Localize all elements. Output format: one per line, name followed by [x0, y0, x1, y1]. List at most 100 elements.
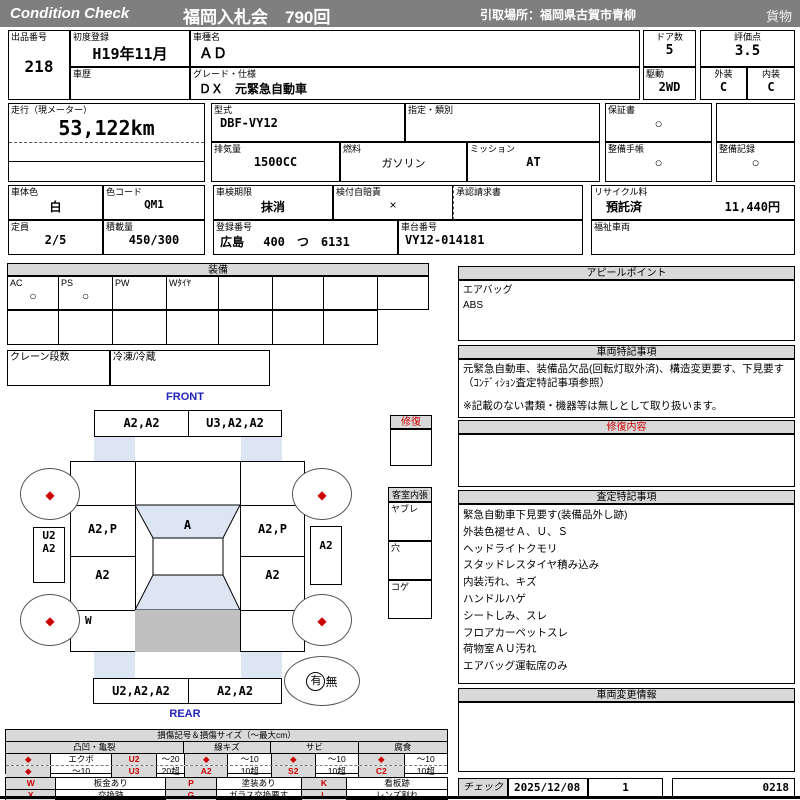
diamond-icon: ◆ — [6, 754, 52, 765]
legend-desc: 板金あり — [56, 778, 167, 789]
registration-number-value: 広島 400 つ 6131 — [220, 235, 350, 250]
fuel-value: ガソリン — [381, 158, 426, 171]
vehicle-notes-disclaimer: ※記載のない書類・機器等は無しとして取り扱います。 — [463, 400, 723, 413]
doors-label: ドア数 — [655, 32, 683, 42]
load-capacity-cell: 積載量 450/300 — [103, 220, 205, 255]
panel-rear-bumper-right: A2,A2 — [188, 678, 282, 704]
cabin-lining-row-tear: ヤブレ — [388, 502, 432, 541]
score-value: 3.5 — [734, 43, 761, 60]
legend-cell: 10超 — [316, 766, 360, 777]
mileage-value: 53,122km — [58, 116, 155, 141]
equipment-label: PS — [61, 278, 74, 288]
spare-has-circled: 有 — [306, 671, 326, 691]
maintenance-book-value: ○ — [654, 155, 663, 171]
approval-label: 承認請求書 — [456, 187, 502, 197]
color-code-value: QM1 — [144, 198, 164, 212]
panel-left-side: U2 A2 — [33, 527, 65, 583]
mileage-cell: 走行（現メーター） 53,122km — [8, 103, 205, 182]
spare-none-label: 無 — [325, 674, 338, 689]
capacity-value: 2/5 — [44, 233, 67, 248]
inspection-cell: 車検期限 抹消 — [213, 185, 333, 220]
insurance-cell: 検付自賠責 × — [333, 185, 453, 220]
legend-code: C2 — [359, 766, 405, 777]
freezer-cell: 冷凍/冷蔵 — [110, 350, 270, 386]
repair-details-header: 修復内容 — [458, 420, 795, 434]
equipment-cell-empty — [166, 310, 219, 345]
legend-code: A2 — [184, 766, 229, 777]
panel-front-bumper-right: U3,A2,A2 — [188, 410, 282, 437]
equipment-cell-empty — [218, 310, 273, 345]
legend-code-w: W — [6, 778, 57, 789]
empty-cell — [716, 103, 795, 142]
legend-code: S2 — [272, 766, 316, 777]
equipment-cell-ac: AC ○ — [7, 276, 59, 310]
wheel-front-right: ◆ — [292, 468, 352, 520]
divider — [9, 142, 204, 143]
body-color-label: 車体色 — [11, 187, 39, 197]
damage-diamond-icon: ◆ — [45, 614, 55, 628]
lot-number-cell: 出品番号 218 — [8, 30, 70, 100]
maintenance-record-value: ○ — [751, 155, 760, 171]
recycle-status: 預託済 — [606, 200, 643, 215]
appeal-header: アピールポイント — [458, 266, 795, 280]
history-cell: 車歴 — [70, 67, 190, 100]
doors-value: 5 — [665, 43, 674, 59]
equipment-label: PW — [115, 278, 130, 288]
color-code-label: 色コード — [106, 187, 143, 197]
model-code-value: DBF-VY12 — [220, 116, 278, 131]
legend-group-dent: 凸凹・亀裂 — [6, 742, 184, 753]
warranty-label: 保証書 — [608, 105, 636, 115]
panel-right-door: A2 — [265, 568, 280, 582]
equipment-cell-empty — [7, 310, 59, 345]
pillar-shade — [241, 652, 282, 678]
legend-title: 損傷記号＆損傷サイズ（～最大cm） — [6, 730, 447, 742]
panel-windshield: A — [183, 518, 192, 532]
legend-cell: ～10 — [51, 766, 112, 777]
legend-code-p: P — [166, 778, 217, 789]
grade-cell: グレード・仕様 ＤＸ 元緊急自動車 — [190, 67, 640, 100]
insurance-value: × — [389, 198, 397, 213]
vehicle-notes-header: 車両特記事項 — [458, 345, 795, 359]
equipment-cell-empty — [377, 276, 429, 310]
cabin-lining-row-burn: コゲ — [388, 580, 432, 619]
recycle-fee: 11,440円 — [724, 200, 780, 215]
displacement-value: 1500CC — [253, 155, 298, 170]
fuel-cell: 燃料 ガソリン — [340, 142, 467, 182]
capacity-label: 定員 — [11, 222, 30, 232]
panel-right-fender: A2,P — [258, 522, 287, 536]
auction-title: 福岡入札会 790回 — [183, 8, 331, 27]
chassis-number-label: 車台番号 — [401, 222, 438, 232]
fuel-label: 燃料 — [343, 144, 362, 154]
body-divider — [70, 556, 135, 557]
history-label: 車歴 — [73, 69, 92, 79]
equipment-cell-empty — [112, 310, 167, 345]
legend-desc: 塗装あり — [217, 778, 302, 789]
auction-sheet: Condition Check 福岡入札会 790回 引取場所：福岡県古賀市青柳… — [0, 0, 800, 800]
interior-grade-value: C — [767, 80, 775, 95]
panel-left-fender: A2,P — [88, 522, 117, 536]
legend-cell: ～20 — [157, 754, 185, 765]
panel-right-side: A2 — [310, 526, 342, 585]
welfare-vehicle-cell: 福祉車両 — [591, 220, 795, 255]
equipment-title-bar: 装備 — [7, 263, 429, 276]
doors-cell: ドア数 5 — [643, 30, 696, 67]
diagram-rear-label: REAR — [169, 708, 201, 720]
diamond-icon: ◆ — [359, 754, 405, 765]
displacement-cell: 排気量 1500CC — [211, 142, 340, 182]
load-capacity-value: 450/300 — [128, 233, 180, 248]
category-label: 貨物 — [765, 9, 792, 24]
freezer-label: 冷凍/冷蔵 — [113, 352, 156, 363]
score-label: 評価点 — [733, 32, 761, 42]
bottom-rule — [0, 796, 800, 799]
equipment-cell-pw: PW — [112, 276, 167, 310]
panel-front-bumper-left: A2,A2 — [94, 410, 189, 437]
vehicle-notes-body: 元緊急自動車、装備品欠品(回転灯取外済)、構造変更要す、下見要す（ｺﾝﾃﾞｨｼｮ… — [463, 363, 785, 390]
equipment-cell-empty — [58, 310, 113, 345]
pillar-shade — [94, 437, 135, 461]
transmission-label: ミッション — [470, 144, 516, 154]
check-count-cell: 1 — [588, 778, 663, 797]
left-side-line2: A2 — [42, 541, 56, 555]
diamond-icon: ◆ — [184, 754, 229, 765]
equipment-label: Wﾀｲﾔ — [169, 278, 191, 288]
welfare-vehicle-label: 福祉車両 — [594, 222, 631, 232]
